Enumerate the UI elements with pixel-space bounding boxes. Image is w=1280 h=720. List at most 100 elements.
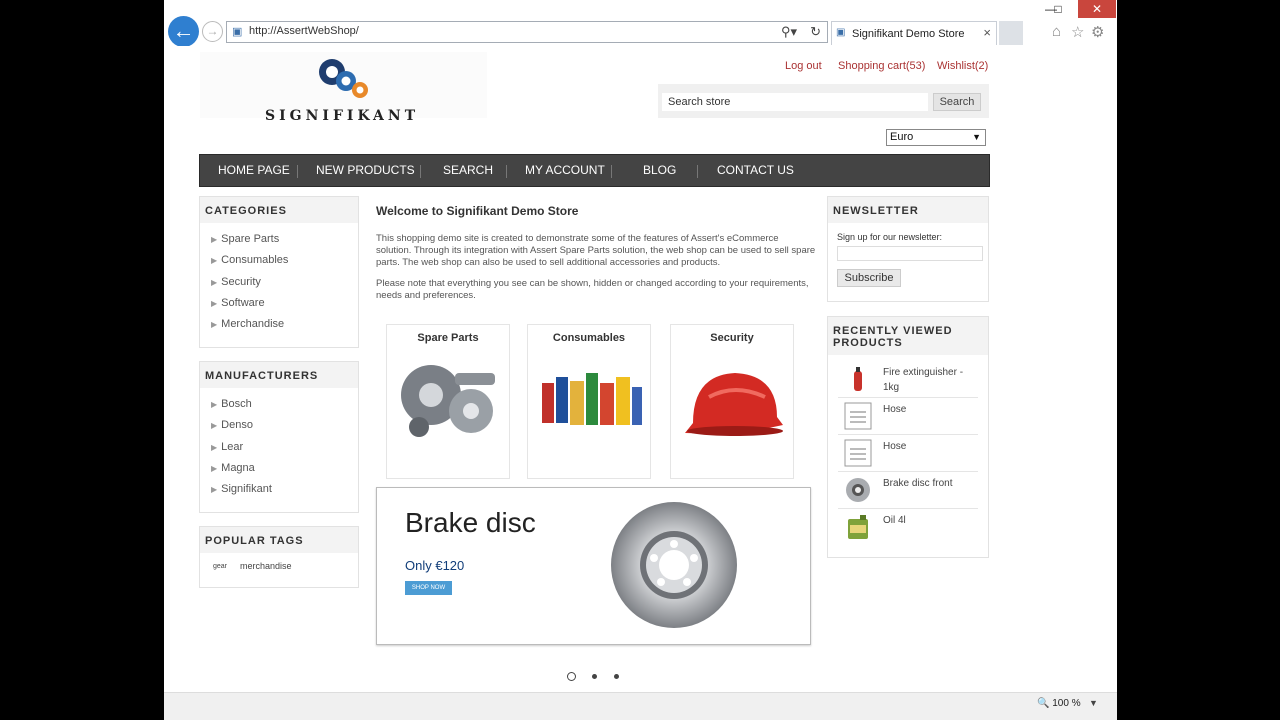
category-card-title: Security <box>710 332 754 344</box>
close-window-button[interactable]: ✕ <box>1078 0 1116 18</box>
nav-home-page[interactable]: HOME PAGE <box>218 155 290 186</box>
category-label: Spare Parts <box>221 233 280 245</box>
manufacturer-label: Signifikant <box>221 483 272 496</box>
new-tab-button[interactable] <box>999 21 1023 45</box>
caret-right-icon: ▶ <box>211 400 218 409</box>
tag-link[interactable]: gear <box>213 563 227 570</box>
category-item[interactable]: ▶ Consumables <box>211 250 358 271</box>
slider-dot[interactable] <box>614 674 619 679</box>
web-page: SIGNIFIKANT Log out Shopping cart(53) Wi… <box>164 46 1117 692</box>
manufacturer-item[interactable]: ▶ Signifikant <box>211 479 358 500</box>
category-item[interactable]: ▶ Software <box>211 293 358 314</box>
back-button[interactable]: ← <box>168 16 199 47</box>
forward-button[interactable]: → <box>202 21 223 42</box>
zoom-level[interactable]: 🔍 100 % <box>1037 698 1081 709</box>
refresh-icon[interactable]: ↻ <box>810 24 821 40</box>
manufacturer-item[interactable]: ▶ Magna <box>211 458 358 479</box>
welcome-title: Welcome to Signifikant Demo Store <box>376 204 579 218</box>
category-card-consumables[interactable]: Consumables <box>527 324 651 479</box>
maximize-button[interactable]: □ <box>1048 0 1068 18</box>
address-url[interactable]: http://AssertWebShop/ <box>249 25 359 37</box>
recent-product[interactable]: Fire extinguisher - 1kg <box>838 361 978 398</box>
categories-block: CATEGORIES ▶ Spare Parts ▶ Consumables ▶ Se… <box>199 196 359 348</box>
recent-product[interactable]: Oil 4l <box>838 509 978 546</box>
recent-product[interactable]: Hose <box>838 435 978 472</box>
tab-title: Signifikant Demo Store <box>852 28 965 40</box>
favorites-star-icon[interactable]: ☆ <box>1071 23 1084 41</box>
recent-product-name: Fire extinguisher - 1kg <box>883 367 964 393</box>
chevron-down-icon[interactable]: ▼ <box>1089 698 1098 708</box>
caret-right-icon: ▶ <box>211 277 218 287</box>
browser-tab[interactable]: ▣ Signifikant Demo Store × <box>831 21 997 45</box>
oil-can-icon <box>848 515 868 539</box>
slider-dot[interactable] <box>592 674 597 679</box>
subscribe-button[interactable]: Subscribe <box>837 269 901 287</box>
manufacturer-item[interactable]: ▶ Denso <box>211 415 358 436</box>
gears-logo-icon <box>319 59 368 98</box>
gear-icon[interactable]: ⚙ <box>1091 23 1104 41</box>
search-icon[interactable]: ⚲▾ <box>781 24 797 40</box>
nav-blog[interactable]: BLOG <box>643 155 676 186</box>
intro-paragraph: This shopping demo site is created to de… <box>376 233 816 268</box>
category-card-title: Spare Parts <box>417 332 479 344</box>
recent-product[interactable]: Brake disc front <box>838 472 978 509</box>
newsletter-title: NEWSLETTER <box>828 197 988 223</box>
nav-search[interactable]: SEARCH <box>443 155 493 186</box>
popular-tags-block: POPULAR TAGS gear merchandise <box>199 526 359 588</box>
newsletter-email-input[interactable] <box>837 246 983 261</box>
wishlist-link[interactable]: Wishlist(2) <box>937 60 988 72</box>
status-bar: 🔍 100 % ▼ <box>164 692 1117 720</box>
gears-image <box>401 365 495 437</box>
fire-extinguisher-icon <box>854 367 862 391</box>
manufacturer-item[interactable]: ▶ Lear <box>211 437 358 458</box>
recent-product-name: Hose <box>883 404 907 415</box>
caret-right-icon: ▶ <box>211 298 218 308</box>
shop-now-button[interactable]: SHOP NOW <box>405 581 452 595</box>
manufacturer-label: Lear <box>221 440 244 453</box>
caret-right-icon: ▶ <box>211 320 218 330</box>
nav-separator <box>697 165 698 178</box>
nav-new-products[interactable]: NEW PRODUCTS <box>316 155 415 186</box>
manufacturer-item[interactable]: ▶ Bosch <box>211 394 358 415</box>
caret-right-icon: ▶ <box>211 463 218 473</box>
currency-select[interactable]: Euro ▼ <box>886 129 986 146</box>
banner-price: Only €120 <box>405 558 465 573</box>
slider-dot-active[interactable] <box>567 672 576 681</box>
nav-separator <box>506 165 507 178</box>
banner-title: Brake disc <box>405 507 536 538</box>
address-bar[interactable]: ▣ http://AssertWebShop/ ⚲▾ ↻ <box>226 21 828 43</box>
logo-text: SIGNIFIKANT <box>265 108 420 124</box>
logout-link[interactable]: Log out <box>785 60 822 72</box>
newsletter-block: NEWSLETTER Sign up for our newsletter: S… <box>827 196 989 302</box>
category-item[interactable]: ▶ Merchandise <box>211 314 358 335</box>
tag-link[interactable]: merchandise <box>240 561 292 571</box>
category-item[interactable]: ▶ Spare Parts <box>211 229 358 250</box>
helmet-image <box>685 373 783 436</box>
recently-viewed-title: RECENTLY VIEWED PRODUCTS <box>828 317 988 355</box>
manufacturers-block: MANUFACTURERS ▶ Bosch ▶ Denso ▶ Lear ▶ Magna… <box>199 361 359 513</box>
browser-window: — □ ✕ ← → ▣ http://AssertWebShop/ ⚲▾ ↻ ▣… <box>164 0 1117 720</box>
search-button[interactable]: Search <box>933 93 981 111</box>
nav-contact-us[interactable]: CONTACT US <box>717 155 794 186</box>
manufacturers-title: MANUFACTURERS <box>200 362 358 388</box>
home-icon[interactable]: ⌂ <box>1052 23 1061 40</box>
category-label: Software <box>221 296 265 309</box>
promo-banner[interactable]: Brake disc Only €120 SHOP NOW <box>376 487 811 645</box>
close-tab-icon[interactable]: × <box>983 25 991 40</box>
search-input[interactable]: Search store <box>662 93 928 111</box>
store-logo[interactable]: SIGNIFIKANT <box>200 52 487 124</box>
categories-title: CATEGORIES <box>200 197 358 223</box>
caret-right-icon: ▶ <box>211 235 218 244</box>
note-paragraph: Please note that everything you see can … <box>376 278 809 301</box>
recent-product-name: Oil 4l <box>883 515 906 526</box>
zoom-value: 100 % <box>1052 698 1081 709</box>
shopping-cart-link[interactable]: Shopping cart(53) <box>838 60 925 72</box>
brake-disc-icon <box>846 478 870 502</box>
category-card-security[interactable]: Security <box>670 324 794 479</box>
recent-product[interactable]: Hose <box>838 398 978 435</box>
category-card-spare-parts[interactable]: Spare Parts <box>386 324 510 479</box>
site-favicon-icon: ▣ <box>232 26 243 38</box>
nav-my-account[interactable]: MY ACCOUNT <box>525 155 605 186</box>
category-item[interactable]: ▶ Security <box>211 272 358 293</box>
brake-disc-image <box>611 502 737 628</box>
